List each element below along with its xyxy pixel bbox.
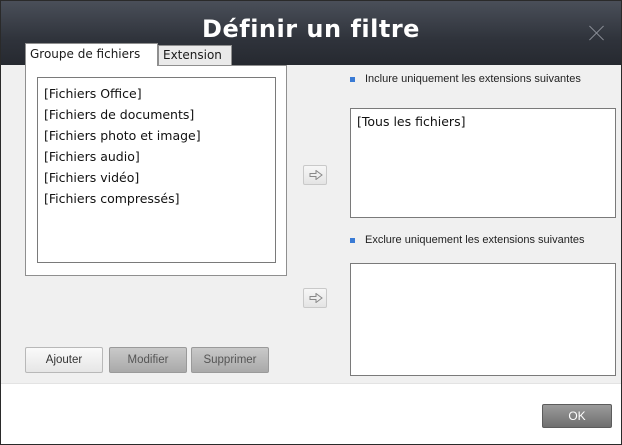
include-extension-list[interactable]: [Tous les fichiers] bbox=[350, 108, 616, 218]
exclude-extension-list[interactable] bbox=[350, 263, 616, 376]
list-item[interactable]: [Fichiers photo et image] bbox=[44, 125, 269, 146]
dialog-title: Définir un filtre bbox=[202, 15, 420, 43]
modify-button[interactable]: Modifier bbox=[109, 347, 187, 373]
arrow-right-icon bbox=[309, 170, 323, 180]
tab-file-groups[interactable]: Groupe de fichiers bbox=[25, 43, 158, 66]
dialog-footer bbox=[1, 383, 621, 444]
list-item[interactable]: [Fichiers audio] bbox=[44, 146, 269, 167]
include-label: Inclure uniquement les extensions suivan… bbox=[365, 73, 581, 85]
tab-extension[interactable]: Extension bbox=[158, 45, 232, 65]
list-item[interactable]: [Fichiers Office] bbox=[44, 83, 269, 104]
list-item[interactable]: [Fichiers de documents] bbox=[44, 104, 269, 125]
add-to-include-button[interactable] bbox=[303, 165, 327, 185]
tab-pane-file-groups: [Fichiers Office] [Fichiers de documents… bbox=[25, 65, 287, 276]
exclude-label: Exclure uniquement les extensions suivan… bbox=[365, 234, 585, 246]
add-button[interactable]: Ajouter bbox=[25, 347, 103, 373]
delete-button[interactable]: Supprimer bbox=[191, 347, 269, 373]
list-item[interactable]: [Fichiers compressés] bbox=[44, 188, 269, 209]
file-group-list[interactable]: [Fichiers Office] [Fichiers de documents… bbox=[37, 77, 276, 263]
arrow-right-icon bbox=[309, 293, 323, 303]
list-item[interactable]: [Fichiers vidéo] bbox=[44, 167, 269, 188]
close-icon[interactable] bbox=[587, 23, 607, 43]
add-to-exclude-button[interactable] bbox=[303, 288, 327, 308]
ok-button[interactable]: OK bbox=[542, 404, 612, 428]
list-item[interactable]: [Tous les fichiers] bbox=[357, 113, 609, 131]
filter-dialog: Définir un filtre Groupe de fichiers Ext… bbox=[0, 0, 622, 445]
